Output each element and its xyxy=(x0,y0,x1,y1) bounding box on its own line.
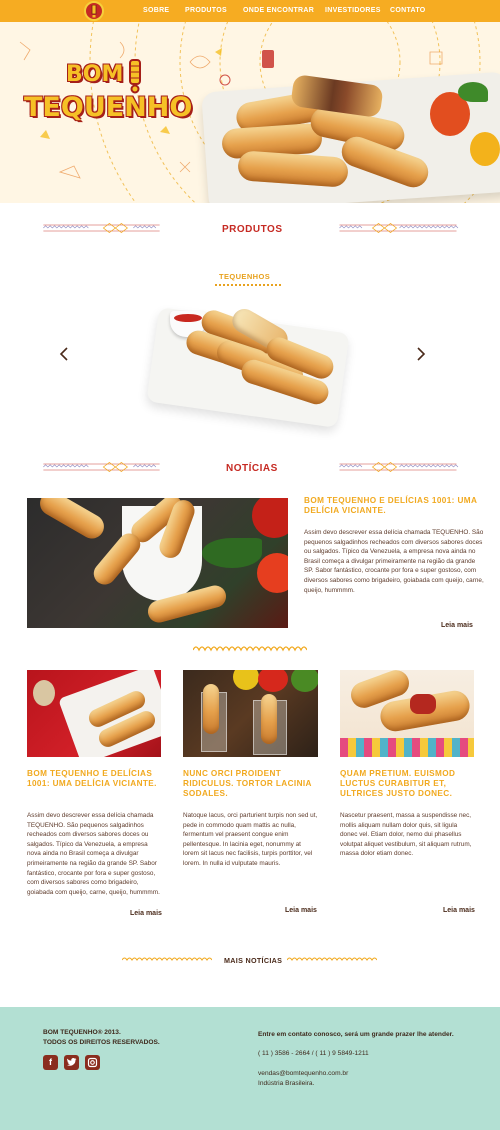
yellow-pepper xyxy=(233,670,259,690)
facebook-icon[interactable]: f xyxy=(43,1055,58,1070)
featured-news-body: Assim devo descrever essa delícia chamad… xyxy=(304,529,484,594)
contact-phones: ( 11 ) 3586 - 2664 / ( 11 ) 9 5849-1211 xyxy=(258,1050,369,1057)
read-more-link[interactable]: Leia mais xyxy=(130,910,162,917)
more-news-link[interactable]: MAIS NOTÍCIAS xyxy=(224,956,282,965)
nav-item-produtos[interactable]: PRODUTOS xyxy=(185,7,227,14)
featured-news-image[interactable] xyxy=(27,498,288,628)
contact-intro: Entre em contato conosco, será um grande… xyxy=(258,1031,454,1038)
logo-text-bom: BOM xyxy=(66,62,124,87)
product-name-underline xyxy=(215,284,281,286)
section-title-noticias: NOTÍCIAS xyxy=(226,463,278,474)
twitter-icon[interactable] xyxy=(64,1055,79,1070)
logo-text-tequenho: TEQUENHO xyxy=(24,92,193,123)
basil-leaf xyxy=(458,82,488,102)
filling xyxy=(410,694,436,714)
garlic xyxy=(33,680,55,706)
hero-banner: BOM TEQUENHO xyxy=(0,22,500,203)
news-card-title[interactable]: QUAM PRETIUM. EUISMOD LUCTUS CURABITUR E… xyxy=(340,769,475,799)
tequenho-roll xyxy=(203,684,219,734)
news-card-image[interactable] xyxy=(183,670,318,757)
ornament-right xyxy=(339,462,459,472)
nav-item-investidores[interactable]: INVESTIDORES xyxy=(325,7,381,14)
tomato xyxy=(257,553,288,593)
nav-item-sobre[interactable]: SOBRE xyxy=(143,7,169,14)
news-card-image[interactable] xyxy=(340,670,474,757)
news-card-title[interactable]: BOM TEQUENHO E DELÍCIAS 1001: UMA DELÍCI… xyxy=(27,769,162,789)
tomato xyxy=(252,498,288,538)
ornament-right xyxy=(339,223,459,233)
chevron-left-icon[interactable] xyxy=(59,347,69,361)
featured-news-title[interactable]: BOM TEQUENHO E DELÍCIAS 1001: UMA DELÍCI… xyxy=(304,496,484,516)
product-name: TEQUENHOS xyxy=(219,272,271,281)
news-card-body: Nascetur praesent, massa a suspendisse n… xyxy=(340,812,472,858)
chevron-right-icon[interactable] xyxy=(416,347,426,361)
news-card-title[interactable]: NUNC ORCI PROIDENT RIDICULUS. TORTOR LAC… xyxy=(183,769,318,799)
wave-divider xyxy=(122,957,212,962)
featured-read-more-link[interactable]: Leia mais xyxy=(441,622,473,629)
news-card-body: Natoque lacus, orci parturient turpis no… xyxy=(183,812,318,867)
origin-text: Indústria Brasileira. xyxy=(258,1080,315,1087)
brand-logo-icon[interactable] xyxy=(84,1,104,21)
tequenho-roll xyxy=(261,694,277,744)
tablecloth xyxy=(340,738,474,757)
brand-logo[interactable]: BOM TEQUENHO xyxy=(20,58,192,142)
news-card-image[interactable] xyxy=(27,670,161,757)
nav-item-onde-encontrar[interactable]: ONDE ENCONTRAR xyxy=(243,7,314,14)
copyright-line1: BOM TEQUENHO® 2013. xyxy=(43,1029,121,1036)
news-card-body: Assim devo descrever essa delícia chamad… xyxy=(27,812,160,896)
red-pepper xyxy=(258,670,288,692)
basil-leaf xyxy=(202,538,262,568)
instagram-icon[interactable] xyxy=(85,1055,100,1070)
top-nav: SOBRE PRODUTOS ONDE ENCONTRAR INVESTIDOR… xyxy=(0,0,500,22)
wave-divider xyxy=(287,957,377,962)
tequenho-mascot-icon xyxy=(129,59,141,94)
section-title-produtos: PRODUTOS xyxy=(222,224,283,235)
ornament-left xyxy=(43,223,160,233)
green-pepper xyxy=(291,670,318,692)
copyright-line2: TODOS OS DIREITOS RESERVADOS. xyxy=(43,1039,160,1046)
read-more-link[interactable]: Leia mais xyxy=(285,907,317,914)
yellow-pepper xyxy=(470,132,500,166)
wave-divider xyxy=(193,646,307,652)
nav-item-contato[interactable]: CONTATO xyxy=(390,7,426,14)
read-more-link[interactable]: Leia mais xyxy=(443,907,475,914)
tequenho-roll xyxy=(35,498,109,543)
contact-email[interactable]: vendas@bomtequenho.com.br xyxy=(258,1069,348,1079)
ornament-left xyxy=(43,462,160,472)
